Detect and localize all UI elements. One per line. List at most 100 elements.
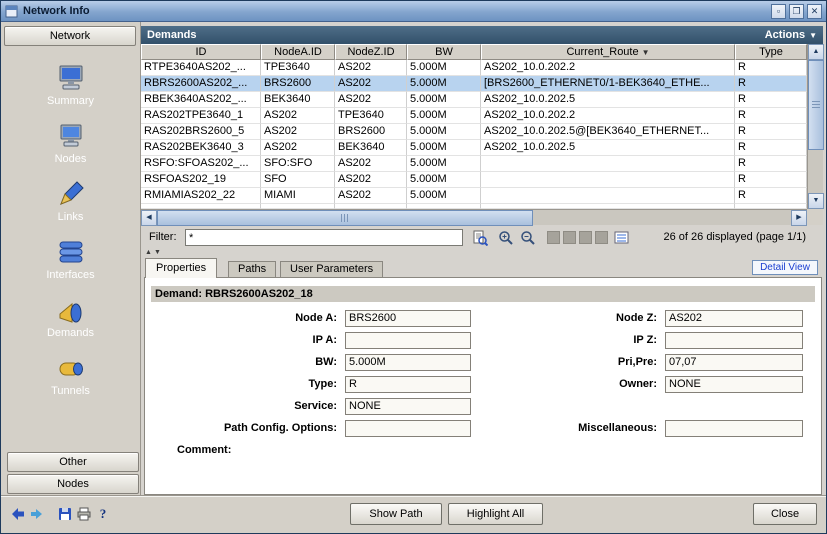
node-z-field[interactable]: AS202 (665, 310, 803, 327)
column-header-nodez[interactable]: NodeZ.ID (335, 44, 407, 60)
table-row[interactable]: RSFOAS202_19SFOAS2025.000MR (141, 172, 807, 188)
collapse-down-icon[interactable]: ▼ (154, 249, 161, 257)
nodes-button[interactable]: Nodes (7, 474, 139, 494)
column-header-type[interactable]: Type (735, 44, 807, 60)
collapse-up-icon[interactable]: ▲ (145, 249, 152, 257)
table-cell: BRS2600 (335, 124, 407, 140)
column-header-nodea[interactable]: NodeA.ID (261, 44, 335, 60)
maximize-icon[interactable]: ▫ (771, 4, 786, 19)
actions-menu[interactable]: Actions ▼ (765, 29, 817, 41)
sidebar-item-demands[interactable]: Demands (1, 288, 140, 346)
table-cell (481, 172, 735, 188)
table-row-selected[interactable]: RBRS2600AS202_...BRS2600AS2025.000M[BRS2… (141, 76, 807, 92)
table-cell: BEK3640 (335, 140, 407, 156)
sidebar-item-tunnels[interactable]: Tunnels (1, 346, 140, 404)
table-row[interactable]: RSFO:SFOAS202_...SFO:SFOAS2025.000MR (141, 156, 807, 172)
save-icon[interactable] (57, 506, 73, 522)
scroll-down-icon[interactable]: ▼ (808, 193, 824, 209)
table-cell: AS202 (335, 60, 407, 76)
forward-arrow-icon[interactable] (28, 506, 44, 522)
back-arrow-icon[interactable] (9, 506, 25, 522)
tab-properties[interactable]: Properties (145, 258, 217, 278)
scroll-up-icon[interactable]: ▲ (808, 44, 824, 60)
filter-input[interactable] (185, 229, 463, 246)
titlebar[interactable]: Network Info ▫ ❐ ✕ (1, 1, 826, 22)
spacer (665, 398, 803, 415)
column-header-current-route[interactable]: Current_Route▼ (481, 44, 735, 60)
other-button[interactable]: Other (7, 452, 139, 472)
table-cell: RMIAMIAS202_22 (141, 188, 261, 204)
pri-pre-field[interactable]: 07,07 (665, 354, 803, 371)
type-field[interactable]: R (345, 376, 471, 393)
table-cell: SFO (261, 172, 335, 188)
table-cell: TPE3640 (335, 108, 407, 124)
zoom-out-icon[interactable] (519, 229, 536, 246)
table-cell: R (735, 172, 807, 188)
highlight-all-button[interactable]: Highlight All (448, 503, 543, 525)
ip-z-field[interactable] (665, 332, 803, 349)
hscroll-thumb[interactable] (157, 210, 533, 226)
bw-label: BW: (151, 354, 343, 371)
sidebar-item-links[interactable]: Links (1, 172, 140, 230)
splitter-handle[interactable]: ▲ ▼ (145, 249, 161, 257)
table-cell: RTPE3640AS202_... (141, 60, 261, 76)
column-header-id[interactable]: ID (141, 44, 261, 60)
restore-icon[interactable]: ❐ (789, 4, 804, 19)
miscellaneous-field[interactable] (665, 420, 803, 437)
ip-z-label: IP Z: (473, 332, 663, 349)
table-cell: AS202 (335, 92, 407, 108)
ip-a-label: IP A: (151, 332, 343, 349)
tab-user-parameters[interactable]: User Parameters (280, 261, 383, 277)
search-details-icon[interactable] (471, 229, 488, 246)
window-controls: ▫ ❐ ✕ (771, 4, 822, 19)
demands-table-header: ID NodeA.ID NodeZ.ID BW Current_Route▼ T… (141, 44, 807, 60)
detail-view-button[interactable]: Detail View (752, 260, 818, 275)
sidebar-item-summary[interactable]: Summary (1, 56, 140, 114)
table-cell: R (735, 92, 807, 108)
spacer (473, 398, 663, 415)
scroll-left-icon[interactable]: ◀ (141, 210, 157, 226)
properties-panel: Demand: RBRS2600AS202_18 Node A: BRS2600… (144, 277, 822, 495)
table-row[interactable]: RAS202TPE3640_1AS202TPE36405.000MAS202_1… (141, 108, 807, 124)
close-icon[interactable]: ✕ (807, 4, 822, 19)
vertical-scrollbar[interactable]: ▲ ▼ (807, 44, 823, 209)
scroll-right-icon[interactable]: ▶ (791, 210, 807, 226)
node-a-field[interactable]: BRS2600 (345, 310, 471, 327)
window-title: Network Info (23, 5, 90, 17)
ip-a-field[interactable] (345, 332, 471, 349)
table-cell: 5.000M (407, 140, 481, 156)
table-cell: RAS202BRS2600_5 (141, 124, 261, 140)
table-cell: R (735, 140, 807, 156)
zoom-in-icon[interactable] (497, 229, 514, 246)
path-config-field[interactable] (345, 420, 471, 437)
sidebar-item-nodes[interactable]: Nodes (1, 114, 140, 172)
scrollbar-corner (807, 209, 823, 225)
show-path-button[interactable]: Show Path (350, 503, 442, 525)
service-label: Service: (151, 398, 343, 415)
table-row[interactable]: RAS202BEK3640_3AS202BEK36405.000MAS202_1… (141, 140, 807, 156)
vscroll-thumb[interactable] (808, 60, 824, 150)
tab-paths[interactable]: Paths (228, 261, 276, 277)
computer-icon (56, 121, 86, 151)
help-icon[interactable]: ? (95, 506, 111, 522)
disabled-page-next-button (579, 231, 592, 244)
bw-field[interactable]: 5.000M (345, 354, 471, 371)
tube-icon (56, 353, 86, 383)
column-header-bw[interactable]: BW (407, 44, 481, 60)
table-row[interactable]: RMIAMIAS202_22MIAMIAS2025.000MR (141, 188, 807, 204)
node-z-label: Node Z: (473, 310, 663, 327)
table-row[interactable]: RAS202BRS2600_5AS202BRS26005.000MAS202_1… (141, 124, 807, 140)
table-row[interactable]: RBEK3640AS202_...BEK3640AS2025.000MAS202… (141, 92, 807, 108)
table-row[interactable]: RTPE3640AS202_...TPE3640AS2025.000MAS202… (141, 60, 807, 76)
network-button[interactable]: Network (4, 26, 136, 46)
horizontal-scrollbar[interactable]: ◀ ▶ (141, 209, 807, 225)
sidebar-item-interfaces[interactable]: Interfaces (1, 230, 140, 288)
close-button[interactable]: Close (753, 503, 817, 525)
list-view-icon[interactable] (613, 229, 630, 246)
filter-label: Filter: (149, 231, 177, 243)
print-icon[interactable] (75, 506, 91, 522)
owner-field[interactable]: NONE (665, 376, 803, 393)
table-cell: RAS202TPE3640_1 (141, 108, 261, 124)
table-cell: AS202 (335, 76, 407, 92)
service-field[interactable]: NONE (345, 398, 471, 415)
